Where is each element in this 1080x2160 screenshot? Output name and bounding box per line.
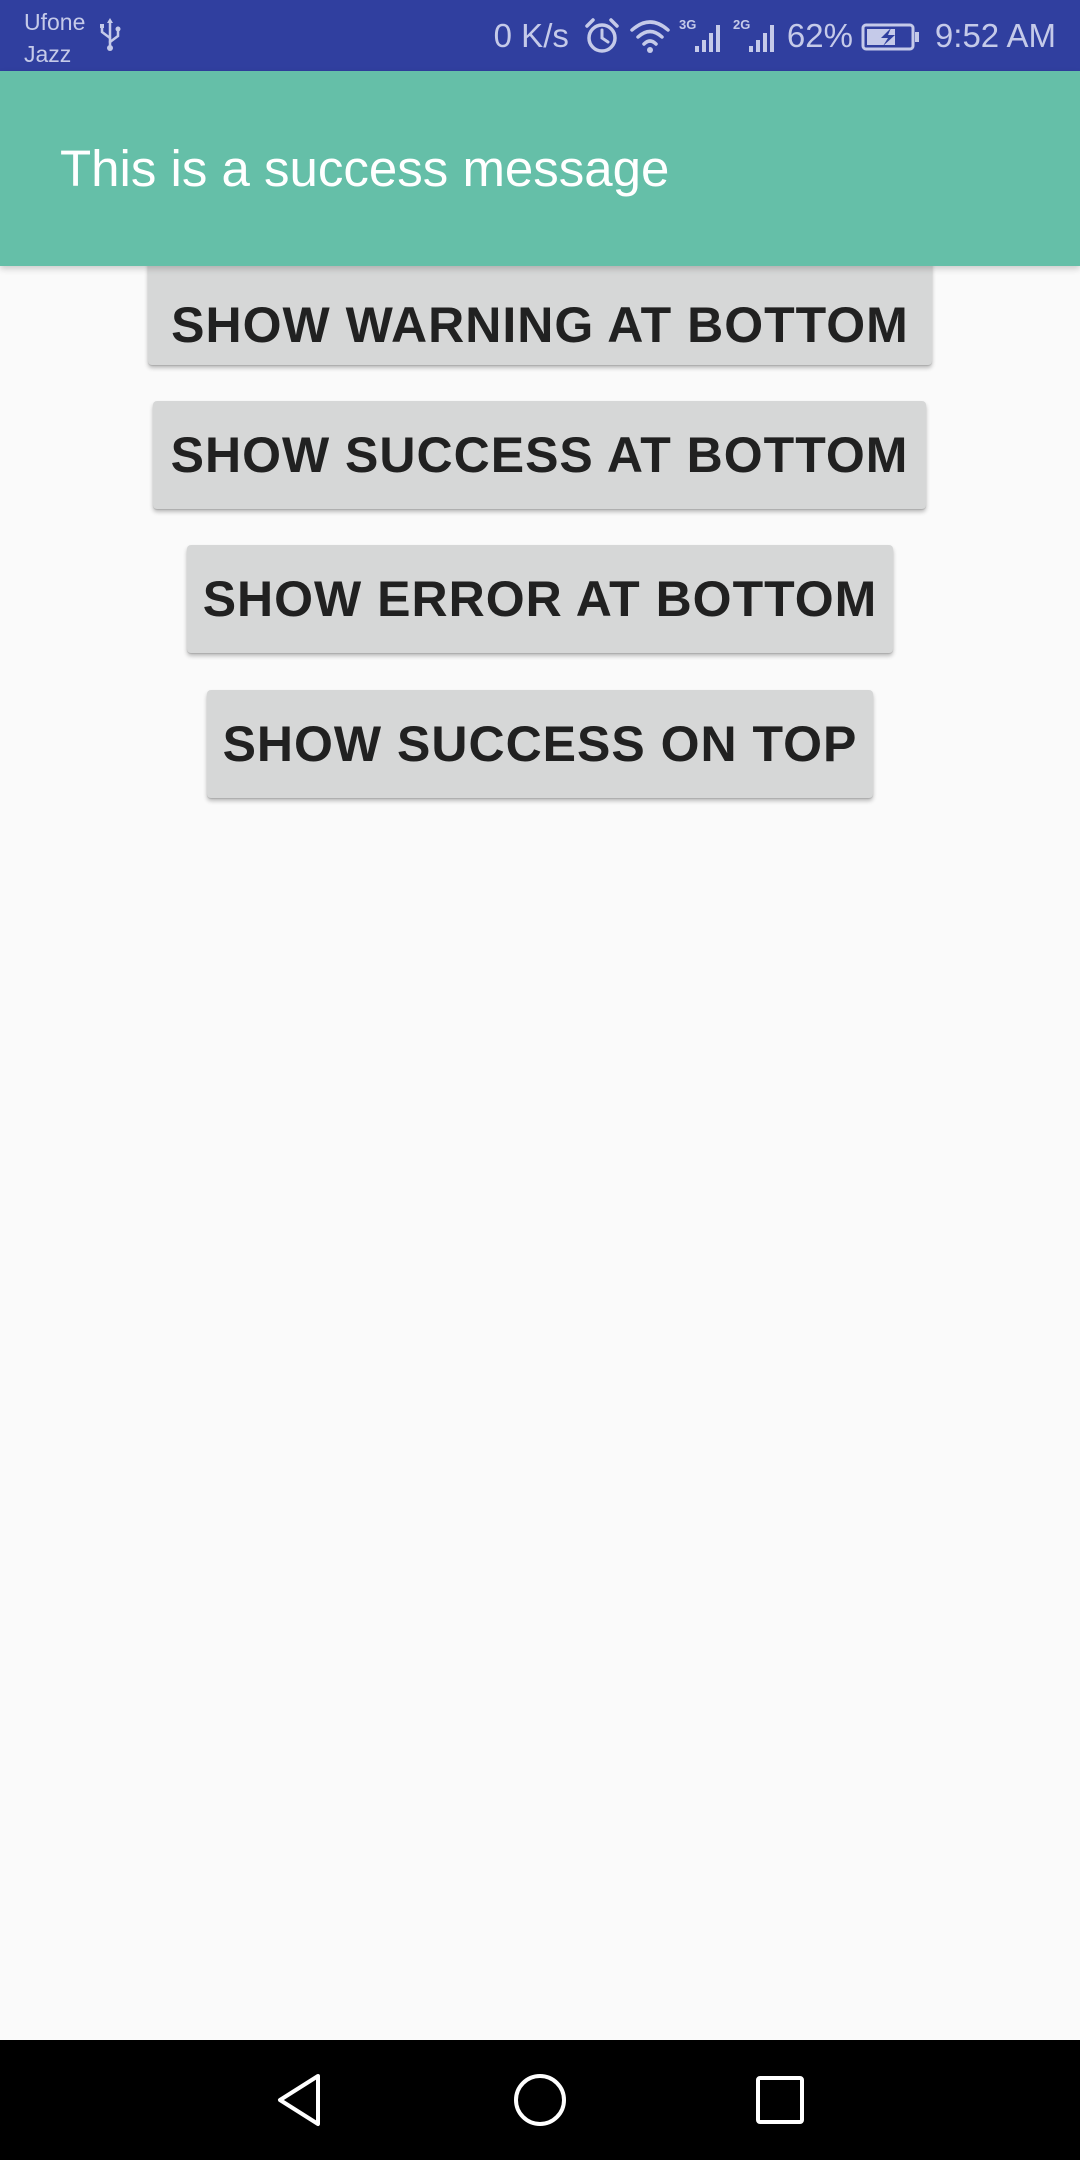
screen: Ufone Jazz 0 K/s 3G 2G 62% 9:52 AM This …: [0, 0, 1080, 2160]
navigation-bar: [0, 2040, 1080, 2160]
clock: 9:52 AM: [934, 16, 1056, 54]
network-2g-label: 2G: [733, 17, 750, 32]
battery-percent: 62%: [786, 16, 853, 54]
success-banner[interactable]: This is a success message: [0, 71, 1080, 266]
carrier-secondary: Jazz: [24, 41, 72, 67]
carrier-primary: Ufone: [24, 9, 86, 35]
network-3g-label: 3G: [679, 17, 696, 32]
carrier-names: Ufone Jazz: [24, 6, 85, 70]
back-icon[interactable]: [270, 2070, 330, 2130]
network-speed: 0 K/s: [493, 16, 569, 54]
wifi-icon: [630, 19, 670, 53]
recents-icon[interactable]: [750, 2070, 810, 2130]
show-error-bottom-button[interactable]: SHOW ERROR AT BOTTOM: [187, 545, 893, 653]
success-message: This is a success message: [60, 140, 670, 197]
usb-icon: [100, 18, 121, 51]
alarm-icon: [585, 17, 619, 53]
show-success-bottom-button[interactable]: SHOW SUCCESS AT BOTTOM: [153, 401, 926, 509]
status-bar: Ufone Jazz 0 K/s 3G 2G 62% 9:52 AM: [0, 0, 1080, 71]
signal-3g-icon: 3G: [679, 17, 720, 52]
battery-charging-icon: [861, 23, 919, 50]
show-warning-bottom-button[interactable]: SHOW WARNING AT BOTTOM: [148, 255, 932, 365]
show-success-top-button[interactable]: SHOW SUCCESS ON TOP: [207, 690, 873, 798]
status-icons: 0 K/s 3G 2G 62% 9:52 AM: [494, 0, 1056, 71]
home-icon[interactable]: [510, 2070, 570, 2130]
signal-2g-icon: 2G: [733, 17, 774, 52]
